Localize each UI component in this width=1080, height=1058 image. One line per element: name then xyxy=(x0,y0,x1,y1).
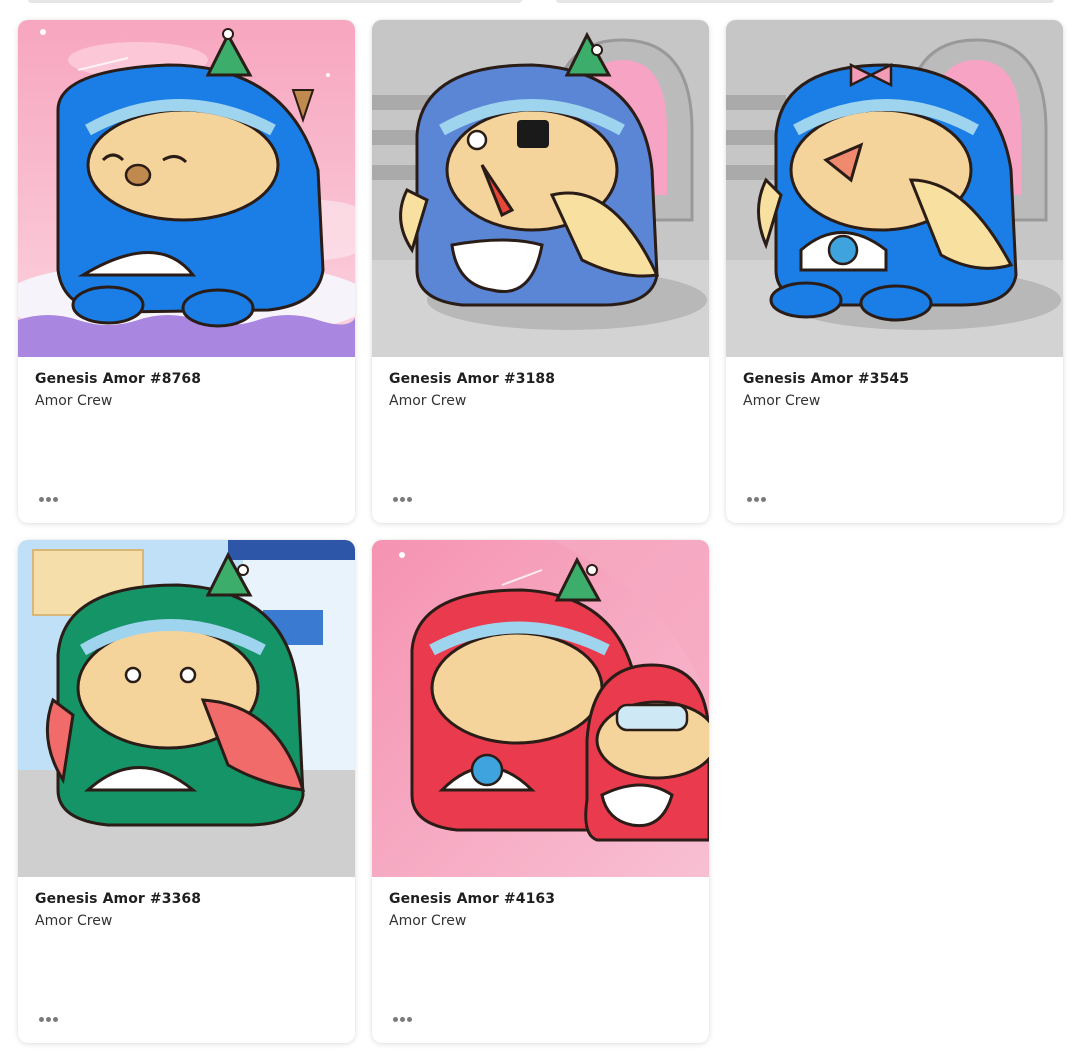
nft-artwork-image[interactable] xyxy=(18,20,355,357)
collection-name[interactable]: Amor Crew xyxy=(743,393,1046,410)
more-options-button[interactable] xyxy=(743,489,769,509)
ellipsis-horizontal-icon xyxy=(392,496,412,502)
nft-artwork-image[interactable] xyxy=(18,540,355,877)
nft-card[interactable]: Genesis Amor #3368 Amor Crew xyxy=(18,540,355,1043)
collection-name[interactable]: Amor Crew xyxy=(35,913,338,930)
nft-card-grid: Genesis Amor #8768 Amor Crew Genesis Amo… xyxy=(18,20,1063,1043)
nft-title[interactable]: Genesis Amor #8768 xyxy=(35,371,338,388)
nft-card[interactable]: Genesis Amor #4163 Amor Crew xyxy=(372,540,709,1043)
nft-title[interactable]: Genesis Amor #3368 xyxy=(35,891,338,908)
collection-name[interactable]: Amor Crew xyxy=(389,913,692,930)
top-edge-divider xyxy=(0,0,1080,4)
nft-artwork-image[interactable] xyxy=(372,540,709,877)
collection-name[interactable]: Amor Crew xyxy=(389,393,692,410)
nft-artwork-image[interactable] xyxy=(372,20,709,357)
nft-title[interactable]: Genesis Amor #4163 xyxy=(389,891,692,908)
more-options-button[interactable] xyxy=(35,489,61,509)
more-options-button[interactable] xyxy=(389,489,415,509)
nft-card[interactable]: Genesis Amor #8768 Amor Crew xyxy=(18,20,355,523)
ellipsis-horizontal-icon xyxy=(746,496,766,502)
more-options-button[interactable] xyxy=(389,1009,415,1029)
ellipsis-horizontal-icon xyxy=(38,1016,58,1022)
more-options-button[interactable] xyxy=(35,1009,61,1029)
nft-title[interactable]: Genesis Amor #3545 xyxy=(743,371,1046,388)
collection-name[interactable]: Amor Crew xyxy=(35,393,338,410)
nft-card[interactable]: Genesis Amor #3188 Amor Crew xyxy=(372,20,709,523)
ellipsis-horizontal-icon xyxy=(38,496,58,502)
nft-artwork-image[interactable] xyxy=(726,20,1063,357)
nft-card[interactable]: Genesis Amor #3545 Amor Crew xyxy=(726,20,1063,523)
ellipsis-horizontal-icon xyxy=(392,1016,412,1022)
nft-title[interactable]: Genesis Amor #3188 xyxy=(389,371,692,388)
